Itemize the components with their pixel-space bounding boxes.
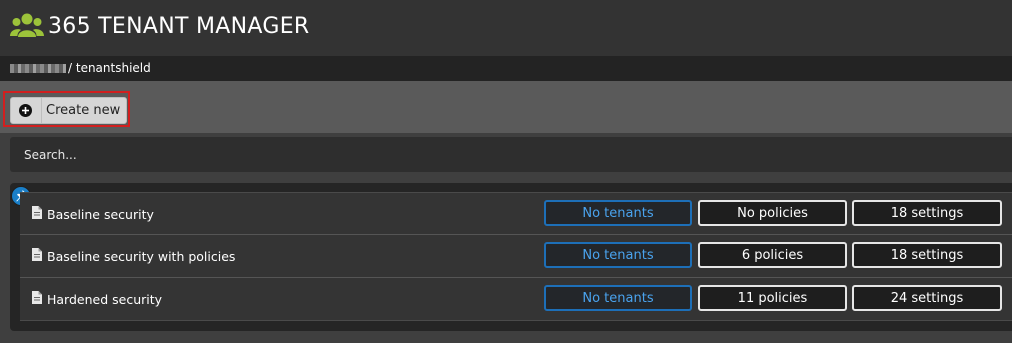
item-name[interactable]: Baseline security with policies — [47, 249, 235, 265]
search-input[interactable] — [10, 137, 1012, 172]
plus-circle-icon — [19, 104, 32, 117]
tenants-button[interactable]: No tenants — [544, 242, 692, 268]
document-icon — [32, 248, 42, 261]
policies-button[interactable]: No policies — [698, 200, 847, 226]
policies-button[interactable]: 11 policies — [698, 285, 847, 311]
tenants-button[interactable]: No tenants — [544, 200, 692, 226]
breadcrumb: / tenantshield — [0, 56, 1012, 81]
breadcrumb-redacted-parent[interactable] — [10, 64, 66, 73]
create-new-icon-wrap — [11, 98, 42, 123]
app-header: 365 TENANT MANAGER — [0, 0, 1012, 56]
list-item[interactable]: Hardened security No tenants 11 policies… — [20, 278, 1012, 321]
list-item[interactable]: Baseline security with policies No tenan… — [20, 235, 1012, 278]
create-new-button[interactable]: Create new — [10, 97, 127, 124]
item-name[interactable]: Baseline security — [47, 207, 154, 223]
toolbar — [0, 81, 1012, 133]
breadcrumb-current: / tenantshield — [68, 61, 151, 75]
list-item[interactable]: Baseline security No tenants No policies… — [20, 192, 1012, 235]
item-name[interactable]: Hardened security — [47, 292, 162, 308]
settings-button[interactable]: 18 settings — [852, 242, 1002, 268]
search-box — [10, 137, 1012, 172]
settings-button[interactable]: 24 settings — [852, 285, 1002, 311]
document-icon — [32, 206, 42, 219]
app-title: 365 TENANT MANAGER — [48, 14, 310, 39]
create-new-label: Create new — [46, 103, 121, 118]
users-group-icon — [10, 13, 44, 37]
document-icon — [32, 291, 42, 304]
tenants-button[interactable]: No tenants — [544, 285, 692, 311]
policies-button[interactable]: 6 policies — [698, 242, 847, 268]
settings-button[interactable]: 18 settings — [852, 200, 1002, 226]
